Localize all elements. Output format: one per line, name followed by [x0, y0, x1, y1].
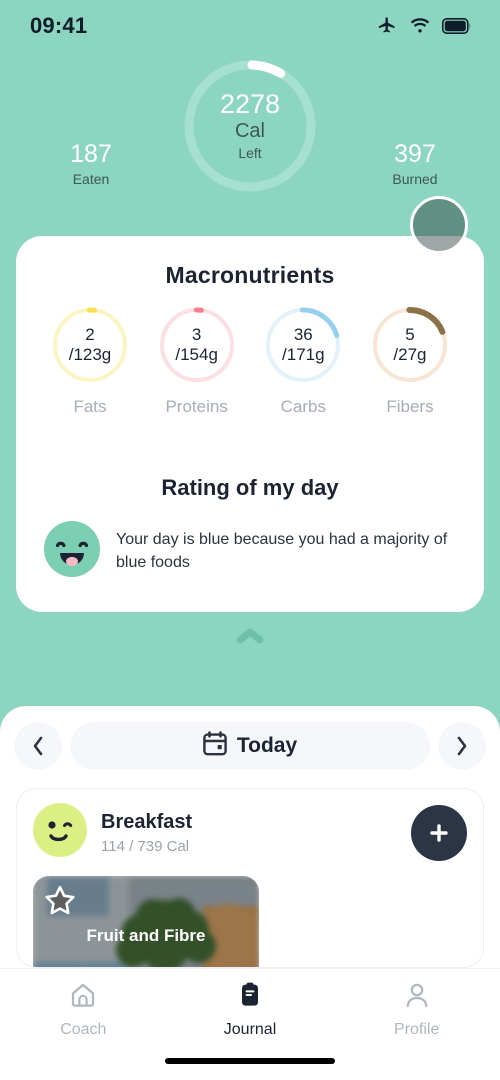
fibers-current: 5: [405, 325, 415, 345]
calories-unit-label: Cal: [234, 120, 265, 143]
airplane-icon: [376, 16, 398, 36]
star-icon[interactable]: [43, 884, 77, 923]
sheet-drag-handle[interactable]: [0, 628, 500, 644]
chevron-left-icon: [33, 736, 43, 756]
happy-face-icon: [44, 521, 100, 582]
carbs-ring: 36 /171g: [263, 305, 343, 385]
carbs-total: /171g: [282, 344, 325, 364]
fats-total: /123g: [68, 344, 112, 364]
tab-journal-label: Journal: [223, 1021, 277, 1038]
previous-day-button[interactable]: [14, 722, 62, 770]
rating-message: Your day is blue because you had a major…: [116, 530, 448, 571]
status-bar-time: 09:41: [30, 13, 88, 38]
calories-eaten-stat: 187 Eaten: [31, 140, 151, 187]
winking-face-icon: [33, 803, 87, 862]
fibers-ring: 5 /27g: [370, 305, 450, 385]
tab-profile-label: Profile: [394, 1021, 440, 1038]
fats-current: 2: [85, 325, 95, 345]
proteins-ring: 3 /154g: [157, 305, 237, 385]
status-bar-icons: [376, 16, 472, 36]
macro-item-proteins[interactable]: 3 /154g Proteins: [147, 305, 247, 417]
carbs-label: Carbs: [280, 397, 326, 416]
calories-burned-label: Burned: [392, 170, 438, 187]
journal-sheet: Today Breakfast 114 / 739 Cal Fruit and …: [0, 706, 500, 1080]
rating-row: Your day is blue because you had a major…: [34, 521, 466, 582]
bottom-tab-bar: Coach Journal Profile: [0, 968, 500, 1080]
food-item-card[interactable]: Fruit and Fibre: [33, 876, 259, 967]
fats-label: Fats: [73, 397, 107, 416]
status-bar: 09:41: [0, 0, 500, 52]
date-label: Today: [236, 734, 298, 757]
chevron-up-handle-icon: [236, 628, 264, 644]
calories-eaten-label: Eaten: [72, 170, 110, 187]
proteins-current: 3: [191, 325, 202, 345]
calories-state-label: Left: [238, 145, 262, 162]
macro-item-fats[interactable]: 2 /123g Fats: [40, 305, 140, 417]
carbs-current: 36: [293, 325, 313, 345]
cursor-pointer-overlay: [410, 196, 468, 254]
meal-calories: 114 / 739 Cal: [101, 837, 190, 855]
fats-ring: 2 /123g: [50, 305, 130, 385]
proteins-total: /154g: [175, 344, 218, 364]
macro-item-carbs[interactable]: 36 /171g Carbs: [253, 305, 353, 417]
macronutrients-title: Macronutrients: [165, 262, 335, 288]
fibers-total: /27g: [393, 344, 427, 364]
calories-eaten-value: 187: [70, 140, 112, 168]
plus-icon: [430, 823, 448, 842]
tab-profile[interactable]: Profile: [333, 981, 500, 1039]
calorie-summary: 187 Eaten 2278 Cal Left 397 Burned: [0, 52, 500, 254]
fibers-label: Fibers: [386, 397, 434, 416]
summary-card: Macronutrients 2 /123g Fats 3 /154g Prot…: [16, 236, 484, 612]
home-indicator: [165, 1058, 335, 1064]
meal-name: Breakfast: [101, 810, 193, 833]
calendar-icon: [203, 731, 227, 761]
home-icon: [69, 981, 97, 1014]
food-item-name: Fruit and Fibre: [86, 926, 206, 945]
rating-title: Rating of my day: [161, 475, 339, 500]
meal-info: Breakfast 114 / 739 Cal: [101, 811, 397, 855]
add-food-button[interactable]: [411, 804, 467, 861]
battery-icon: [442, 18, 472, 34]
macronutrients-list: 2 /123g Fats 3 /154g Proteins 36 /171g C…: [40, 305, 460, 417]
profile-icon: [403, 981, 431, 1014]
wifi-icon: [409, 17, 431, 35]
date-navigation: Today: [0, 706, 500, 770]
next-day-button[interactable]: [438, 722, 486, 770]
calories-burned-stat: 397 Burned: [355, 140, 475, 187]
chevron-right-icon: [457, 736, 467, 756]
current-date-button[interactable]: Today: [70, 722, 430, 770]
meal-card-breakfast[interactable]: Breakfast 114 / 739 Cal Fruit and Fibre: [16, 788, 484, 968]
calories-remaining-value: 2278: [219, 88, 281, 119]
proteins-label: Proteins: [165, 397, 228, 416]
tab-journal[interactable]: Journal: [167, 981, 334, 1039]
calories-burned-value: 397: [394, 140, 436, 168]
tab-coach-label: Coach: [60, 1021, 107, 1038]
macro-item-fibers[interactable]: 5 /27g Fibers: [360, 305, 460, 417]
meal-header: Breakfast 114 / 739 Cal: [33, 803, 467, 862]
calories-remaining-ring: 2278 Cal Left: [180, 56, 320, 196]
journal-icon: [236, 981, 264, 1014]
tab-coach[interactable]: Coach: [0, 981, 167, 1039]
